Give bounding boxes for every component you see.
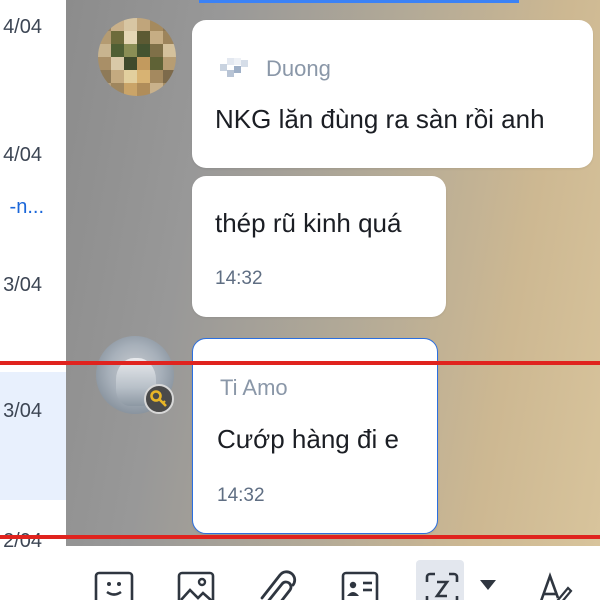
conversation-item-active[interactable]: 3/04 xyxy=(0,372,66,500)
message-sender: Duong xyxy=(266,56,331,81)
header-bubble-edge xyxy=(199,0,519,3)
message-time: 14:32 xyxy=(217,485,265,506)
image-icon[interactable] xyxy=(176,570,216,600)
conversation-date: 3/04 xyxy=(3,274,42,296)
conversation-list: 4/04 4/04 -n... 3/04 3/04 2/04 xyxy=(0,0,66,600)
dropdown-arrow-icon[interactable] xyxy=(478,576,498,600)
highlight-line-bottom xyxy=(0,535,600,539)
composer-toolbar xyxy=(66,546,600,600)
message-bubble[interactable]: Duong NKG lăn đùng ra sàn rồi anh xyxy=(192,20,593,168)
attachment-icon[interactable] xyxy=(258,570,298,600)
message-text: Cướp hàng đi e xyxy=(217,424,399,454)
conversation-preview-link[interactable]: -n... xyxy=(10,196,44,219)
message-bubble-selected[interactable]: Ti Amo Cướp hàng đi e 14:32 xyxy=(192,338,438,534)
conversation-item[interactable]: 2/04 xyxy=(0,500,66,600)
message-time: 14:32 xyxy=(215,268,263,289)
conversation-date: 2/04 xyxy=(3,530,42,552)
key-icon xyxy=(144,384,174,414)
text-format-icon[interactable] xyxy=(536,570,576,600)
conversation-date: 4/04 xyxy=(3,16,42,38)
message-sender: Ti Amo xyxy=(220,375,288,400)
contact-card-icon[interactable] xyxy=(340,570,380,600)
conversation-date: 4/04 xyxy=(3,144,42,166)
message-text: thép rũ kinh quá xyxy=(215,208,402,238)
message-bubble[interactable]: thép rũ kinh quá 14:32 xyxy=(192,176,446,317)
sticker-icon[interactable] xyxy=(94,570,134,600)
chat-area: Duong NKG lăn đùng ra sàn rồi anh thép r… xyxy=(66,0,600,546)
screenshot-icon[interactable] xyxy=(422,570,462,600)
conversation-date: 3/04 xyxy=(3,400,42,422)
avatar[interactable] xyxy=(98,18,176,96)
highlight-line-top xyxy=(0,361,600,365)
conversation-item[interactable]: 4/04 -n... xyxy=(0,128,66,256)
sender-avatar-placeholder xyxy=(220,58,250,80)
message-text: NKG lăn đùng ra sàn rồi anh xyxy=(215,104,545,134)
conversation-item[interactable]: 4/04 xyxy=(0,0,66,128)
